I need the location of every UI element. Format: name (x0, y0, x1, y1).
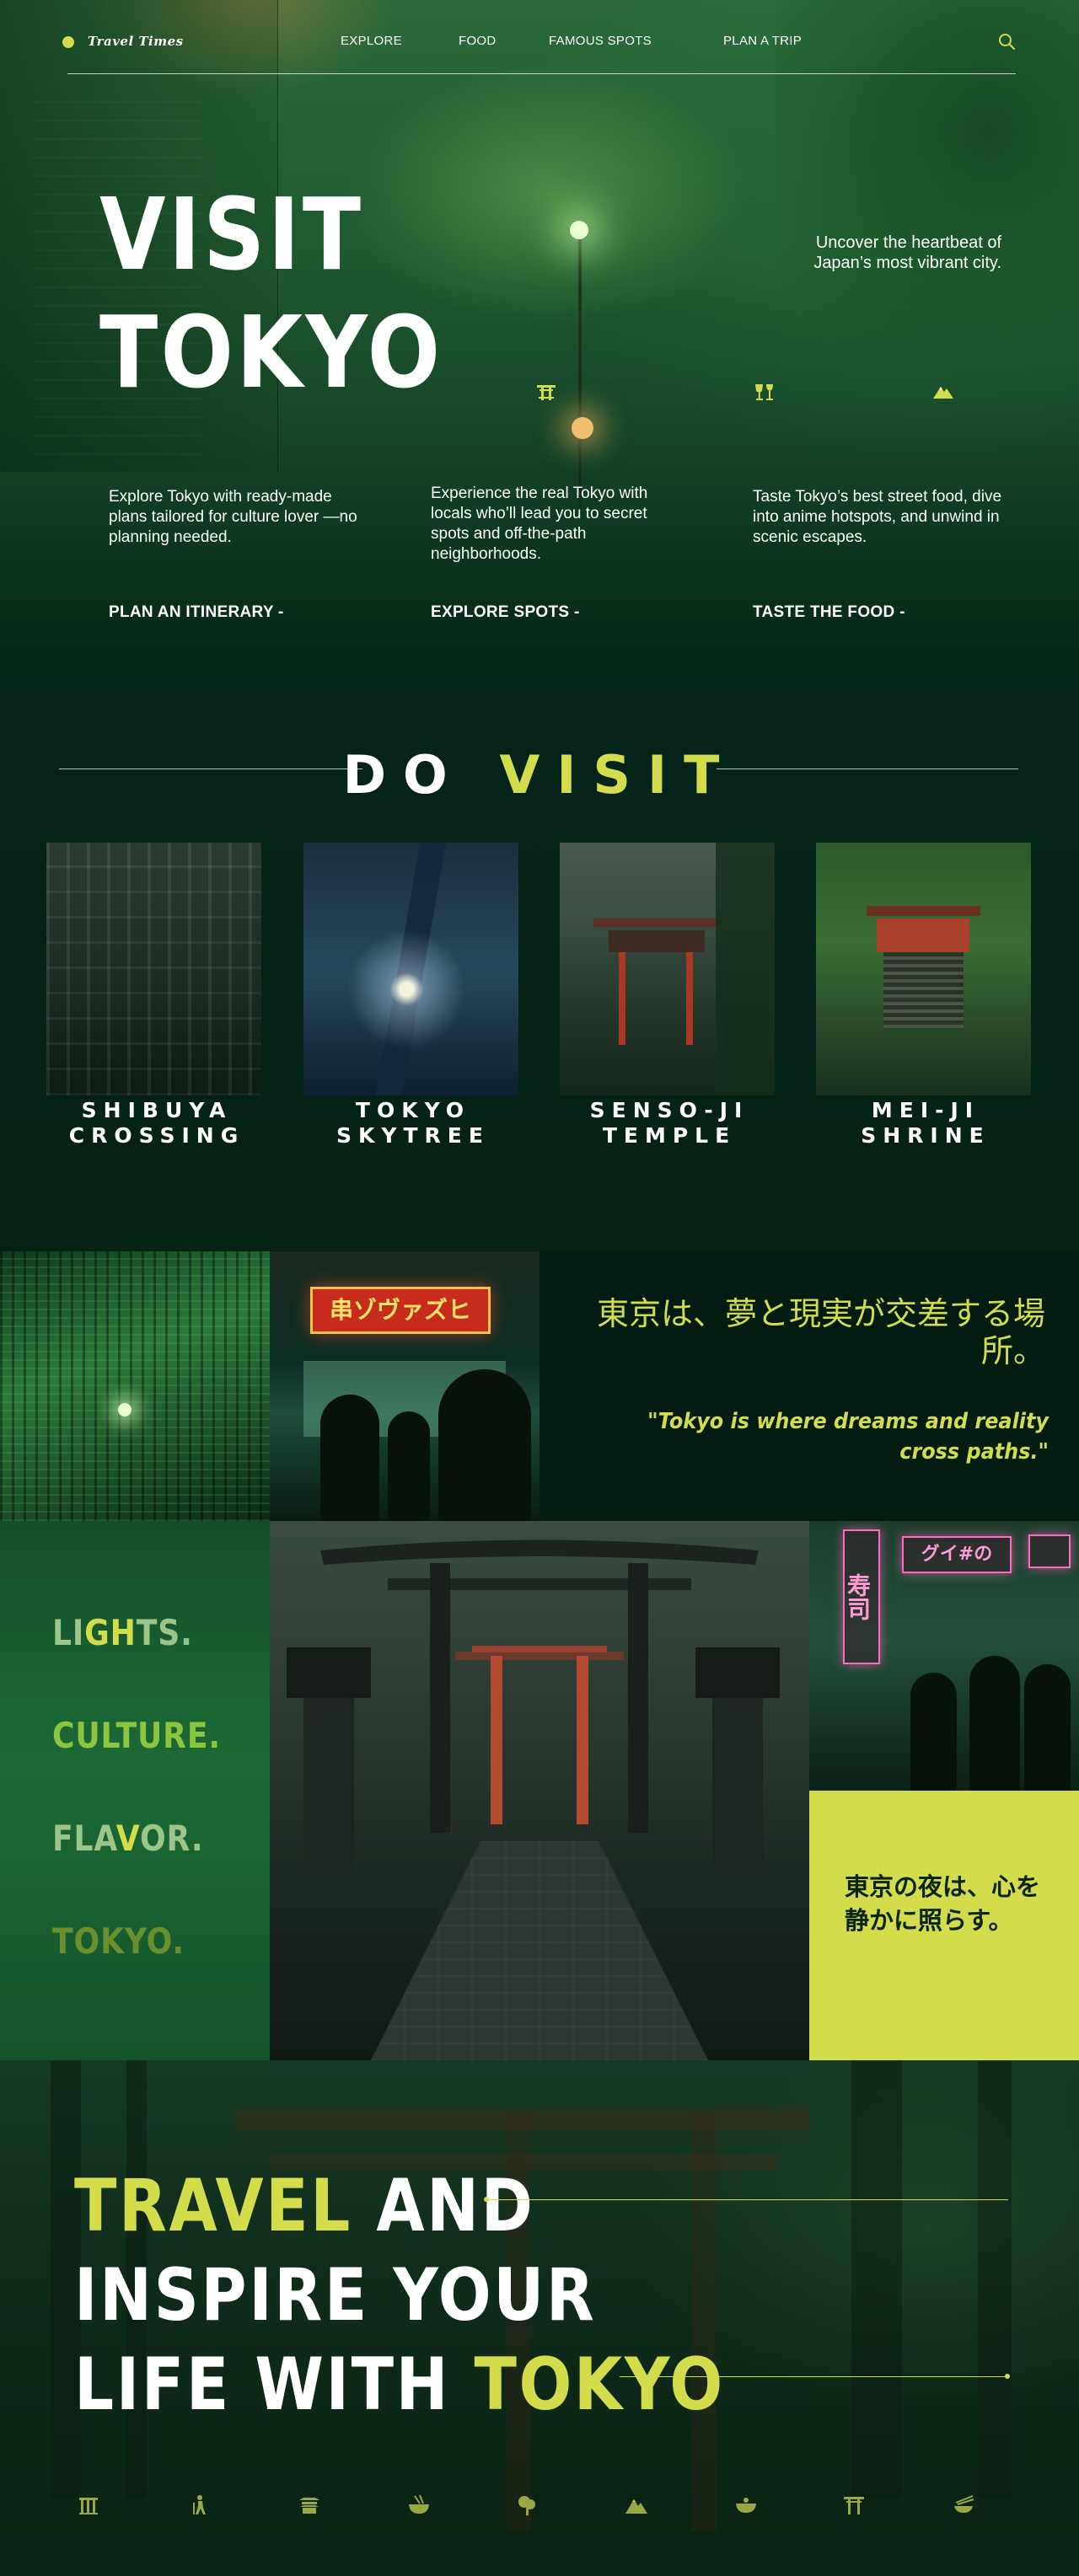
forest-trunk (978, 2060, 1012, 2498)
japanese-quote: 東京は、夢と現実が交差する場所。 (596, 1295, 1045, 1369)
keyword-flavor: FLAVOR. (52, 1818, 203, 1859)
inspire-word-travel: TRAVEL (74, 2164, 352, 2248)
quote-section: 串ゾヴァズヒ 東京は、夢と現実が交差する場所。 "Tokyo is where … (0, 1251, 1079, 1521)
keyword-lights-part3: TS. (136, 1612, 193, 1653)
drinks-icon (755, 384, 773, 400)
hero-title-line1: VISIT (99, 176, 364, 292)
lantern-glow (572, 417, 593, 439)
torii-icon[interactable] (841, 2493, 867, 2518)
hero-title-line2: TOKYO (99, 294, 443, 410)
card-label-shibuya-line1: SHIBUYA (81, 1098, 233, 1122)
nav-link-famous-spots[interactable]: FAMOUS SPOTS (549, 34, 652, 48)
street-lamp-light (570, 221, 588, 239)
card-label-skytree-line2: SKYTREE (336, 1123, 490, 1148)
keyword-flavor-part2: V (115, 1818, 140, 1859)
keyword-flavor-part3: OR. (139, 1818, 204, 1859)
card-label-meiji-line1: MEI-JI (871, 1098, 980, 1122)
inspire-word-and: AND (352, 2164, 535, 2248)
meiji-shrine-image[interactable] (816, 843, 1031, 1095)
neon-sign-vertical: 寿司 (843, 1529, 880, 1664)
card-label-senso-ji-line1: SENSO-JI (589, 1098, 749, 1122)
silhouette-person (910, 1673, 957, 1791)
do-visit-title: DO VISIT (0, 744, 1079, 806)
brand-logo[interactable]: Travel Times (88, 34, 184, 49)
torii-gate-illustration (287, 1540, 780, 2060)
street-lamp-pole (578, 236, 582, 514)
silhouette-person (438, 1369, 531, 1521)
bowl-icon[interactable] (733, 2493, 759, 2518)
inspire-rule-bottom (620, 2376, 1007, 2377)
inspire-word-tokyo: TOKYO (474, 2343, 725, 2427)
silhouette-person (388, 1411, 430, 1521)
night-shop-image: 串ゾヴァズヒ (270, 1251, 540, 1521)
keyword-flavor-part1: FLA (52, 1818, 116, 1859)
silhouette-person (320, 1395, 379, 1521)
misty-torii-image (270, 1521, 809, 2060)
mountain-icon (933, 387, 953, 399)
neon-heart-sign (1028, 1534, 1071, 1568)
do-visit-title-do: DO (342, 744, 464, 806)
explore-spots-link[interactable]: EXPLORE SPOTS - (431, 603, 580, 622)
english-quote: "Tokyo is where dreams and reality cross… (647, 1409, 1049, 1465)
silhouette-person (969, 1656, 1020, 1791)
noodles-icon[interactable] (951, 2493, 976, 2518)
inspire-section: TRAVEL AND INSPIRE YOUR LIFE WITH TOKYO (0, 2060, 1079, 2576)
nav-link-plan-a-trip[interactable]: PLAN A TRIP (723, 34, 802, 48)
building-icon[interactable] (76, 2493, 101, 2518)
shibuya-crossing-image[interactable] (46, 843, 261, 1095)
inspire-word-life-with: LIFE WITH (74, 2343, 475, 2427)
hero-title: VISIT TOKYO (99, 175, 443, 411)
keyword-lights-part2: GH (84, 1612, 137, 1653)
card-label-skytree-line1: TOKYO (355, 1098, 471, 1122)
city-skyline-image (0, 1251, 270, 1521)
nav-link-food[interactable]: FOOD (459, 34, 497, 48)
inspire-title: TRAVEL AND INSPIRE YOUR LIFE WITH TOKYO (74, 2161, 725, 2429)
senso-ji-temple-image[interactable] (560, 843, 775, 1095)
mountain-icon[interactable] (624, 2493, 649, 2518)
temple-icon[interactable] (297, 2493, 322, 2518)
tokyo-skytree-image[interactable] (303, 843, 518, 1095)
card-label-meiji-line2: SHRINE (861, 1123, 990, 1148)
neon-sign-horizontal: グイ#の (902, 1536, 1012, 1573)
feature-text-explore: Experience the real Tokyo with locals wh… (431, 485, 648, 563)
plan-itinerary-link[interactable]: PLAN AN ITINERARY - (109, 603, 284, 622)
keywords-panel: LIGHTS. CULTURE. FLAVOR. TOKYO. (0, 1521, 270, 2060)
night-quote-box: 東京の夜は、心を静かに照らす。 (809, 1791, 1079, 2060)
search-icon[interactable] (997, 32, 1016, 51)
keyword-culture: CULTURE. (52, 1715, 221, 1756)
feature-text-itinerary: Explore Tokyo with ready-made plans tail… (109, 488, 357, 546)
taste-food-link[interactable]: TASTE THE FOOD - (753, 603, 905, 622)
night-quote-text: 東京の夜は、心を静かに照らす。 (845, 1872, 1041, 1935)
keyword-lights-part1: LI (52, 1612, 85, 1653)
inspire-line2: INSPIRE YOUR (74, 2253, 597, 2338)
keyword-tokyo: TOKYO. (52, 1920, 185, 1962)
top-navigation: Travel Times EXPLORE FOOD FAMOUS SPOTS P… (62, 0, 1016, 74)
torii-icon (537, 385, 556, 400)
mosaic-section: LIGHTS. CULTURE. FLAVOR. TOKYO. 寿司 グイ#の … (0, 1521, 1079, 2060)
hero-tagline: Uncover the heartbeat of Japan’s most vi… (813, 233, 1001, 272)
inspire-line-dot (1005, 2374, 1010, 2379)
card-label-shibuya[interactable]: SHIBUYA CROSSING (30, 1098, 283, 1149)
do-visit-title-visit: VISIT (499, 744, 737, 806)
do-visit-section: DO VISIT SHIBUYA CROSSING TOKYO SKYTREE … (0, 704, 1079, 1251)
ramen-icon[interactable] (406, 2493, 432, 2518)
hero-section: Travel Times EXPLORE FOOD FAMOUS SPOTS P… (0, 0, 1079, 704)
card-label-meiji[interactable]: MEI-JI SHRINE (799, 1098, 1052, 1149)
nav-link-explore[interactable]: EXPLORE (341, 34, 402, 48)
forest-trunk (851, 2060, 902, 2498)
card-label-skytree[interactable]: TOKYO SKYTREE (287, 1098, 540, 1149)
feature-text-food: Taste Tokyo’s best street food, dive int… (753, 488, 1002, 546)
inspire-rule-top (487, 2199, 1008, 2200)
silhouette-person (1024, 1664, 1071, 1791)
card-label-senso-ji[interactable]: SENSO-JI TEMPLE (543, 1098, 796, 1149)
logo-dot-icon (62, 36, 74, 48)
shop-sign: 串ゾヴァズヒ (310, 1287, 491, 1334)
hiker-icon[interactable] (187, 2493, 212, 2518)
tree-icon[interactable] (514, 2493, 540, 2518)
card-label-shibuya-line2: CROSSING (68, 1123, 245, 1148)
keyword-lights: LIGHTS. (52, 1612, 193, 1653)
card-label-senso-ji-line2: TEMPLE (602, 1123, 737, 1148)
neon-street-image: 寿司 グイ#の (809, 1521, 1079, 1791)
